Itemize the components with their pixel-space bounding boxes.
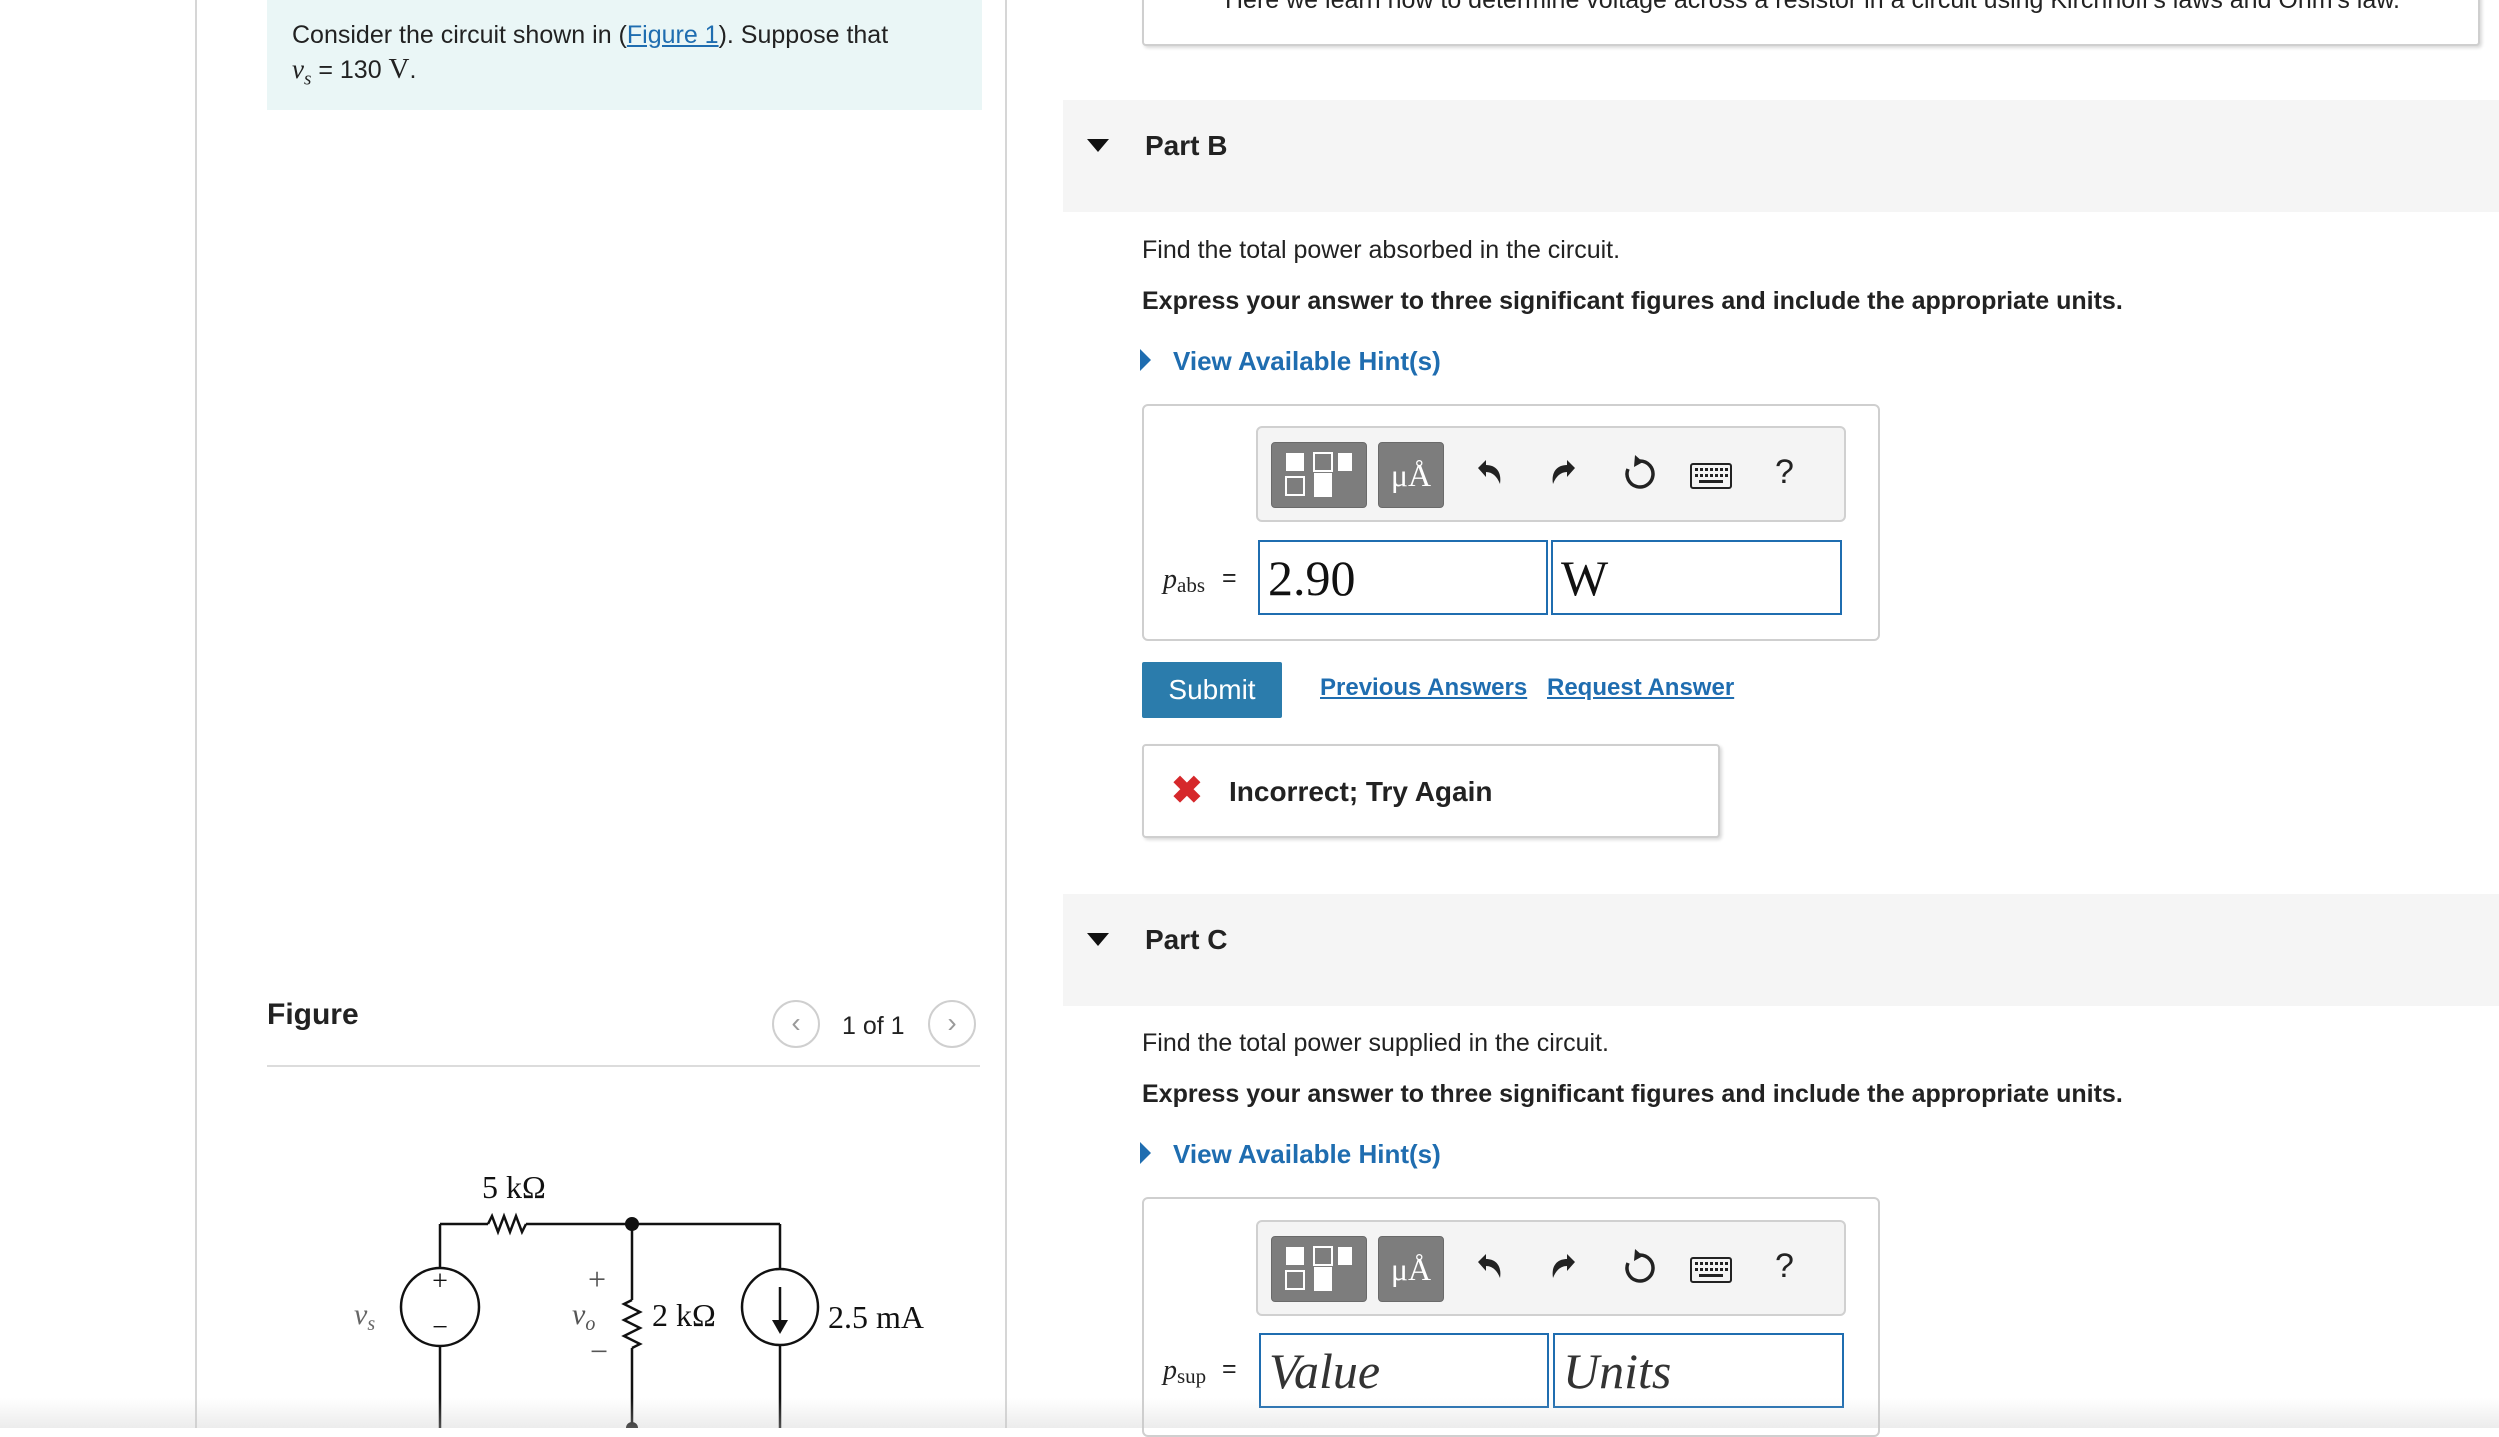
reset-icon[interactable] <box>1621 1249 1659 1287</box>
part-c-header[interactable] <box>1063 894 2499 1006</box>
part-c-title: Part C <box>1145 924 1228 955</box>
vs-symbol: v <box>292 54 304 84</box>
part-b-header[interactable] <box>1063 100 2499 212</box>
bottom-scroll-shadow <box>0 1398 2499 1428</box>
problem-text-before: Consider the circuit shown in ( <box>292 21 627 49</box>
problem-text-after: ). Suppose that <box>718 21 889 49</box>
figure-link[interactable]: Figure 1 <box>627 21 719 49</box>
part-c-equals: = <box>1222 1355 1237 1383</box>
source-minus: − <box>432 1312 448 1343</box>
vs-label: vs <box>354 1298 375 1335</box>
resistor-2k <box>621 1298 643 1350</box>
chevron-right-icon: › <box>947 1007 957 1038</box>
undo-icon[interactable] <box>1470 1248 1506 1284</box>
problem-statement: Consider the circuit shown in (Figure 1)… <box>292 18 972 96</box>
figure-next-button[interactable]: › <box>928 1000 976 1048</box>
chevron-left-icon: ‹ <box>791 1007 801 1038</box>
undo-icon[interactable] <box>1470 454 1506 490</box>
r1-label: 5 kΩ <box>482 1169 546 1205</box>
figure-counter: 1 of 1 <box>842 1012 905 1040</box>
circuit-diagram: + − 5 kΩ 2 kΩ 2.5 mA vs + vo − <box>354 1169 924 1428</box>
figure-title: Figure <box>267 998 359 1031</box>
intro-text: Here we learn how to determine voltage a… <box>1225 0 2400 14</box>
part-c-variable-label: psup <box>1163 1355 1207 1388</box>
part-b-units-input[interactable] <box>1551 540 1842 615</box>
reset-icon[interactable] <box>1621 455 1659 493</box>
incorrect-icon: ✖ <box>1171 770 1203 812</box>
redo-icon[interactable] <box>1547 454 1583 490</box>
current-label: 2.5 mA <box>828 1299 924 1335</box>
current-arrow-head <box>772 1320 788 1334</box>
part-b-templates-button[interactable] <box>1271 442 1367 508</box>
part-c-units-button[interactable]: μÅ <box>1378 1236 1444 1302</box>
part-b-view-hints-link[interactable]: View Available Hint(s) <box>1173 346 1441 377</box>
part-c-view-hints-link[interactable]: View Available Hint(s) <box>1173 1139 1441 1170</box>
r2-label: 2 kΩ <box>652 1297 716 1333</box>
part-b-variable-label: pabs <box>1163 564 1205 597</box>
node-top <box>625 1217 639 1231</box>
keyboard-icon[interactable] <box>1690 463 1732 489</box>
part-c-help-button[interactable]: ? <box>1775 1247 1794 1286</box>
vs-equation: = 130 <box>311 56 389 84</box>
part-b-equals: = <box>1222 564 1237 592</box>
part-b-hint-caret-icon[interactable] <box>1140 349 1151 371</box>
keyboard-icon[interactable] <box>1690 1257 1732 1283</box>
source-plus: + <box>432 1266 448 1297</box>
part-c-templates-button[interactable] <box>1271 1236 1367 1302</box>
part-b-units-button[interactable]: μÅ <box>1378 442 1444 508</box>
vo-minus: − <box>590 1333 608 1369</box>
previous-answers-link[interactable]: Previous Answers <box>1320 674 1527 702</box>
part-b-value-input[interactable] <box>1258 540 1548 615</box>
part-b-help-button[interactable]: ? <box>1775 453 1794 492</box>
part-c-collapse-icon[interactable] <box>1087 933 1109 946</box>
part-c-units-input[interactable] <box>1553 1333 1844 1408</box>
vs-period: . <box>409 56 417 84</box>
vo-label: vo <box>572 1298 595 1335</box>
part-c-instruction: Express your answer to three significant… <box>1142 1080 2123 1108</box>
vs-unit: V <box>388 53 410 85</box>
column-divider <box>1005 0 1007 1428</box>
part-c-value-input[interactable] <box>1259 1333 1549 1408</box>
part-b-question: Find the total power absorbed in the cir… <box>1142 236 1621 264</box>
feedback-message: Incorrect; Try Again <box>1229 776 1493 807</box>
vo-plus: + <box>588 1261 606 1297</box>
part-b-title: Part B <box>1145 130 1228 161</box>
part-b-instruction: Express your answer to three significant… <box>1142 287 2123 315</box>
left-border <box>195 0 197 1428</box>
templates-icon <box>1285 452 1352 497</box>
resistor-5k <box>486 1212 528 1236</box>
part-c-hint-caret-icon[interactable] <box>1140 1142 1151 1164</box>
figure-prev-button[interactable]: ‹ <box>772 1000 820 1048</box>
part-b-collapse-icon[interactable] <box>1087 139 1109 152</box>
part-b-submit-button[interactable]: Submit <box>1142 662 1282 718</box>
request-answer-link[interactable]: Request Answer <box>1547 674 1734 702</box>
templates-icon <box>1285 1246 1352 1291</box>
part-c-question: Find the total power supplied in the cir… <box>1142 1029 1609 1057</box>
figure-divider <box>267 1065 980 1067</box>
redo-icon[interactable] <box>1547 1248 1583 1284</box>
